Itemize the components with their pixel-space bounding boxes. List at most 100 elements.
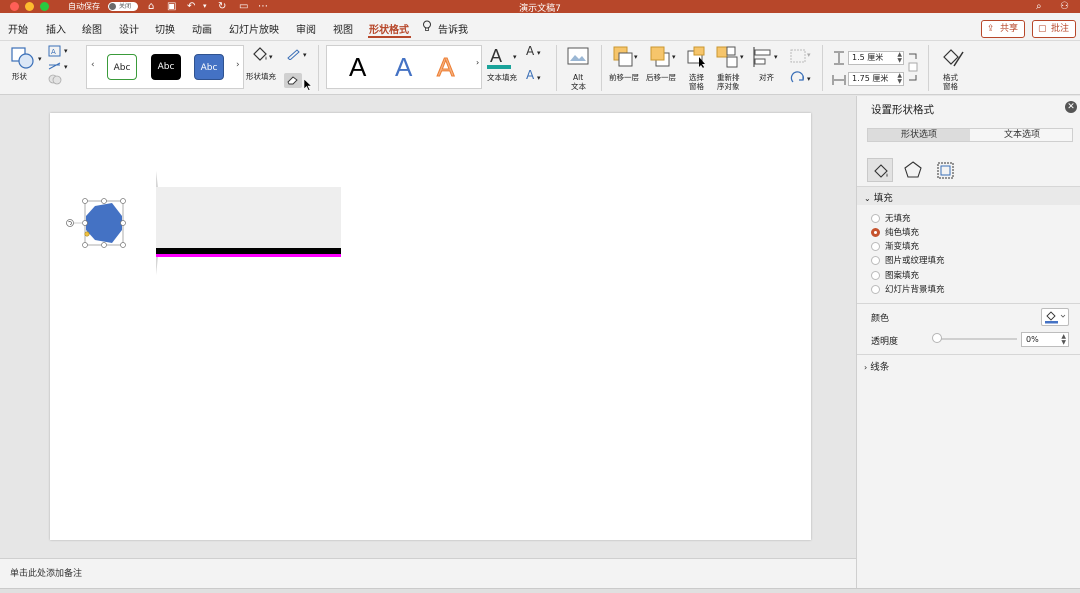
shape-style-blue[interactable]: Abc	[194, 54, 224, 80]
tab-draw[interactable]: 绘图	[82, 21, 102, 36]
adjust-handle[interactable]	[84, 231, 90, 237]
transparency-slider[interactable]	[937, 338, 1017, 340]
lock-aspect-icon[interactable]	[907, 53, 919, 81]
align-icon[interactable]	[752, 46, 774, 68]
paint-bucket-icon[interactable]	[250, 45, 270, 65]
alt-text-label-2: 文本	[571, 82, 586, 91]
tab-home[interactable]: 开始	[8, 21, 28, 36]
edit-shape-icons[interactable]: A	[47, 45, 65, 85]
radio-button[interactable]	[871, 271, 880, 280]
send-backward-dropdown-icon[interactable]: ▾	[672, 53, 676, 62]
text-effects-dropdown-icon[interactable]: ▾	[537, 74, 541, 83]
gray-banner-shape[interactable]	[156, 187, 341, 248]
send-backward-label: 后移一层	[646, 73, 676, 82]
group-icon[interactable]	[790, 49, 806, 63]
notes-pane[interactable]: 单击此处添加备注	[0, 558, 856, 588]
shape-options-tab[interactable]: 形状选项	[868, 129, 970, 141]
comments-button[interactable]: ▢ 批注	[1032, 20, 1076, 38]
pen-icon[interactable]	[286, 48, 302, 60]
magenta-bar[interactable]	[156, 254, 341, 257]
group-dropdown-icon[interactable]: ▾	[807, 51, 811, 60]
share-button[interactable]: ⇪ 共享	[981, 20, 1025, 38]
wordart-style-black[interactable]: A	[349, 52, 366, 82]
rotate-handle[interactable]	[66, 219, 84, 227]
radio-button[interactable]	[871, 242, 880, 251]
reorder-objects-icon[interactable]	[715, 45, 739, 69]
selection-pane-icon[interactable]	[686, 45, 708, 69]
color-bucket-icon	[1045, 311, 1066, 324]
ribbon-shape-format: 形状 ▾ A ▾ ▾ ‹ Abc Abc Abc › ▾ 形状填充 ▾ A A …	[0, 41, 1080, 95]
textbox-dropdown-icon[interactable]: ▾	[64, 63, 68, 72]
radio-label: 纯色填充	[885, 228, 920, 238]
height-stepper[interactable]: ▲ ▼	[897, 52, 902, 64]
wordart-style-orange[interactable]: A	[436, 52, 454, 83]
account-icon[interactable]: ⚇	[1060, 0, 1069, 13]
tell-me-field[interactable]: 告诉我	[438, 21, 468, 36]
tab-slideshow[interactable]: 幻灯片放映	[229, 21, 279, 36]
reorder-dropdown-icon[interactable]: ▾	[740, 53, 744, 62]
fill-color-picker[interactable]	[1041, 308, 1069, 326]
radio-button-selected[interactable]	[871, 228, 880, 237]
shape-style-outline[interactable]: Abc	[107, 54, 137, 80]
transparency-stepper[interactable]: ▲ ▼	[1061, 334, 1066, 346]
shape-outline-dropdown-icon[interactable]: ▾	[303, 51, 307, 60]
selection-pane-label-2: 窗格	[689, 82, 704, 91]
tab-view[interactable]: 视图	[333, 21, 353, 36]
edit-shape-dropdown-icon[interactable]: ▾	[64, 47, 68, 56]
transparency-slider-knob[interactable]	[932, 333, 942, 343]
banner-top-wedge	[156, 171, 158, 187]
wordart-style-blue[interactable]: A	[395, 52, 412, 82]
radio-button[interactable]	[871, 256, 880, 265]
bring-forward-dropdown-icon[interactable]: ▾	[634, 53, 638, 62]
transparency-input[interactable]: 0% ▲ ▼	[1021, 332, 1069, 347]
shapes-icon[interactable]	[10, 46, 36, 70]
black-bar[interactable]	[156, 248, 341, 254]
tab-review[interactable]: 审阅	[296, 21, 316, 36]
slide-canvas[interactable]	[50, 113, 811, 540]
radio-button[interactable]	[871, 214, 880, 223]
rotate-icon[interactable]	[790, 71, 806, 85]
shapes-dropdown-icon[interactable]: ▾	[38, 55, 42, 64]
send-backward-icon[interactable]	[649, 45, 671, 69]
text-effects-icon[interactable]: A	[526, 69, 534, 81]
close-pane-button[interactable]: ✕	[1065, 101, 1077, 113]
height-input[interactable]: 1.5 厘米 ▲ ▼	[848, 51, 904, 65]
tab-design[interactable]: 设计	[119, 21, 139, 36]
active-tab-indicator	[368, 36, 411, 38]
wordart-more-icon[interactable]: ›	[476, 58, 479, 67]
effects-tab[interactable]	[900, 158, 926, 182]
rotate-dropdown-icon[interactable]: ▾	[807, 75, 811, 84]
size-properties-tab[interactable]	[932, 158, 958, 182]
align-dropdown-icon[interactable]: ▾	[774, 53, 778, 62]
text-outline-dropdown-icon[interactable]: ▾	[537, 49, 541, 58]
tab-insert[interactable]: 插入	[46, 21, 66, 36]
format-pane-icon[interactable]	[940, 46, 966, 70]
slide-editing-area[interactable]	[0, 96, 856, 558]
alt-text-icon[interactable]	[567, 47, 591, 67]
fill-section-title[interactable]: ⌄ 填充	[864, 190, 893, 204]
radio-button[interactable]	[871, 285, 880, 294]
tab-transitions[interactable]: 切换	[155, 21, 175, 36]
selected-hexagon-shape[interactable]	[86, 203, 122, 243]
bring-forward-icon[interactable]	[612, 45, 634, 69]
notes-placeholder[interactable]: 单击此处添加备注	[10, 566, 82, 579]
size-grid-icon	[937, 162, 954, 179]
text-fill-icon[interactable]: A	[486, 45, 512, 71]
format-shape-pane: 设置形状格式 ✕ 形状选项 文本选项 ⌄ 填充 无填充 纯色填充 渐变填充 图片…	[856, 96, 1080, 588]
radio-label: 渐变填充	[885, 242, 920, 252]
text-options-tab[interactable]: 文本选项	[971, 129, 1073, 141]
gallery-next-icon[interactable]: ›	[236, 60, 240, 70]
shape-style-black[interactable]: Abc	[151, 54, 181, 80]
width-input[interactable]: 1.75 厘米 ▲ ▼	[848, 72, 904, 86]
tab-shape-format[interactable]: 形状格式	[369, 21, 409, 36]
gallery-prev-icon[interactable]: ‹	[91, 60, 95, 70]
width-stepper[interactable]: ▲ ▼	[897, 73, 902, 85]
pane-divider	[857, 303, 1080, 304]
text-outline-icon[interactable]: A	[526, 45, 534, 57]
fill-line-tab[interactable]	[867, 158, 893, 182]
text-fill-dropdown-icon[interactable]: ▾	[513, 53, 517, 62]
shape-fill-dropdown-icon[interactable]: ▾	[269, 53, 273, 62]
line-section-title[interactable]: › 线条	[864, 359, 889, 373]
search-icon[interactable]: ⌕	[1036, 0, 1042, 13]
tab-animations[interactable]: 动画	[192, 21, 212, 36]
